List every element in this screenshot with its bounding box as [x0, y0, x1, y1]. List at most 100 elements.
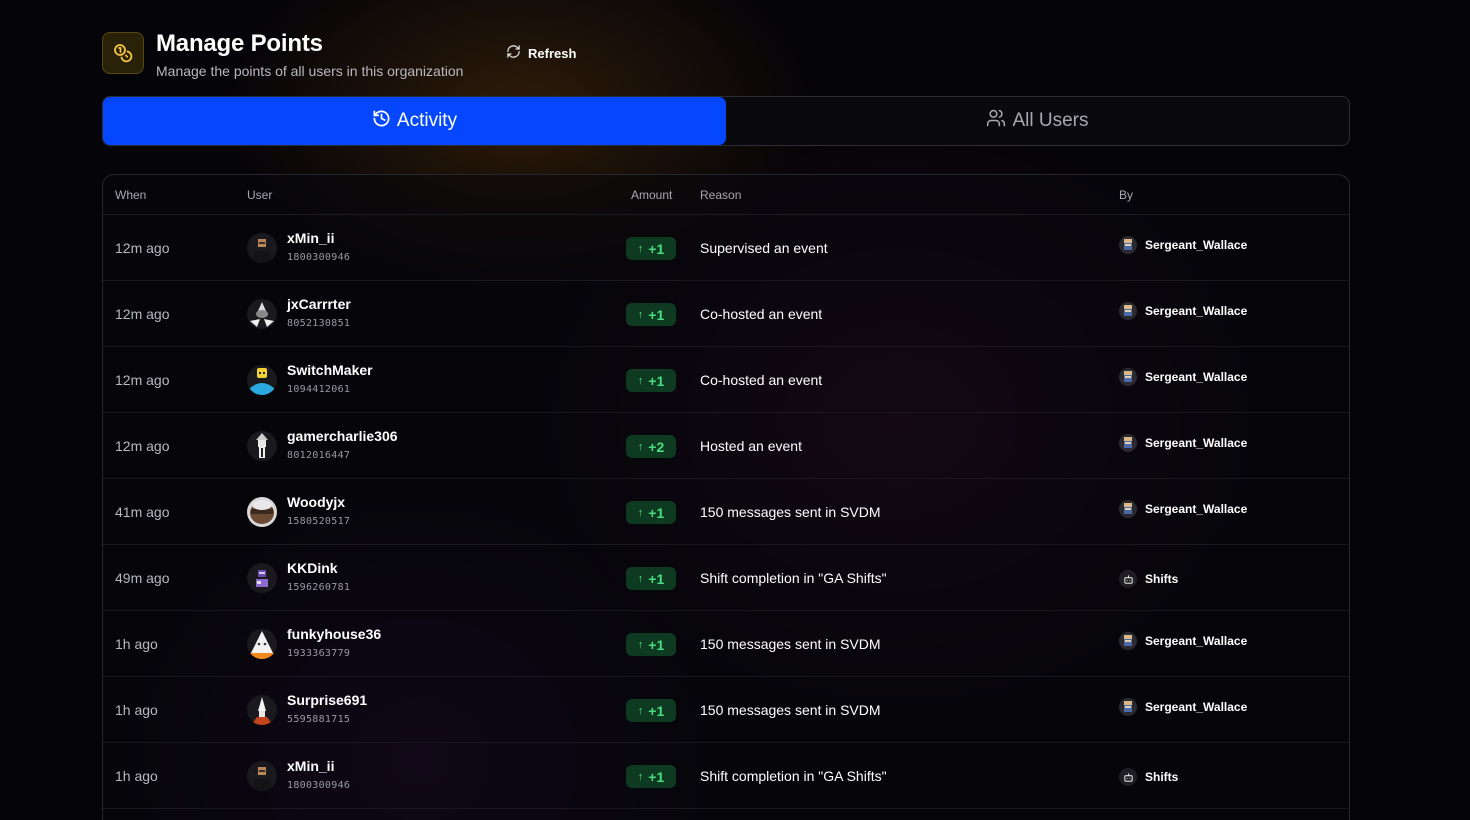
user-avatar: [247, 563, 277, 593]
user-avatar: [247, 431, 277, 461]
amount-badge: ↑ +2: [626, 435, 676, 458]
row-by: Sergeant_Wallace: [1119, 632, 1247, 650]
row-when: 12m ago: [115, 306, 170, 322]
row-by: Sergeant_Wallace: [1119, 500, 1247, 518]
row-reason: Shift completion in "GA Shifts": [700, 768, 887, 784]
arrow-up-icon: ↑: [637, 572, 644, 585]
row-user-id: 1094412061: [287, 384, 351, 395]
row-username[interactable]: xMin_ii: [287, 758, 334, 774]
table-row[interactable]: 12m ago xMin_ii 1800300946 ↑ +1 Supervis…: [103, 215, 1349, 281]
refresh-button[interactable]: Refresh: [506, 44, 576, 62]
amount-value: +1: [648, 636, 665, 653]
row-by-name: Sergeant_Wallace: [1145, 370, 1248, 384]
amount-value: +1: [648, 240, 665, 257]
tab-activity[interactable]: Activity: [103, 97, 726, 145]
row-by-name: Sergeant_Wallace: [1145, 436, 1248, 450]
table-body: 12m ago xMin_ii 1800300946 ↑ +1 Supervis…: [103, 215, 1349, 809]
row-reason: 150 messages sent in SVDM: [700, 702, 881, 718]
row-username[interactable]: gamercharlie306: [287, 428, 398, 444]
users-icon: [986, 108, 1006, 134]
user-avatar: [247, 761, 277, 791]
by-avatar: [1119, 632, 1137, 650]
arrow-up-icon: ↑: [637, 374, 644, 387]
column-reason: Reason: [700, 188, 742, 202]
row-username[interactable]: SwitchMaker: [287, 362, 373, 378]
row-by: Shifts: [1119, 570, 1178, 588]
arrow-up-icon: ↑: [637, 308, 644, 321]
table-row[interactable]: 12m ago gamercharlie306 8012016447 ↑ +2 …: [103, 413, 1349, 479]
row-username[interactable]: Surprise691: [287, 692, 367, 708]
row-user-id: 1596260781: [287, 582, 351, 593]
tab-activity-label: Activity: [396, 110, 458, 131]
row-by-name: Sergeant_Wallace: [1145, 634, 1248, 648]
amount-value: +1: [648, 306, 665, 323]
amount-value: +1: [648, 504, 665, 521]
row-by: Sergeant_Wallace: [1119, 698, 1247, 716]
row-when: 1h ago: [115, 636, 158, 652]
amount-badge: ↑ +1: [626, 369, 676, 392]
amount-value: +1: [648, 570, 665, 587]
row-reason: 150 messages sent in SVDM: [700, 504, 881, 520]
table-row[interactable]: 12m ago SwitchMaker 1094412061 ↑ +1 Co-h…: [103, 347, 1349, 413]
row-when: 1h ago: [115, 702, 158, 718]
by-avatar: [1119, 434, 1137, 452]
table-row[interactable]: 41m ago Woodyjx 1580520517 ↑ +1 150 mess…: [103, 479, 1349, 545]
row-by: Sergeant_Wallace: [1119, 302, 1247, 320]
table-row[interactable]: 1h ago Surprise691 5595881715 ↑ +1 150 m…: [103, 677, 1349, 743]
table-row[interactable]: 49m ago KKDink 1596260781 ↑ +1 Shift com…: [103, 545, 1349, 611]
table-row[interactable]: 1h ago funkyhouse36 1933363779 ↑ +1 150 …: [103, 611, 1349, 677]
tab-all-users[interactable]: All Users: [726, 97, 1349, 145]
row-username[interactable]: KKDink: [287, 560, 338, 576]
row-reason: Supervised an event: [700, 240, 828, 256]
row-user-id: 5595881715: [287, 714, 351, 725]
table-row[interactable]: 1h ago xMin_ii 1800300946 ↑ +1 Shift com…: [103, 743, 1349, 809]
refresh-label: Refresh: [528, 45, 577, 61]
row-by: Sergeant_Wallace: [1119, 236, 1247, 254]
by-avatar: [1119, 368, 1137, 386]
row-by-name: Sergeant_Wallace: [1145, 700, 1248, 714]
row-username[interactable]: funkyhouse36: [287, 626, 381, 642]
amount-badge: ↑ +1: [626, 765, 676, 788]
table-row[interactable]: 12m ago jxCarrrter 8052130851 ↑ +1 Co-ho…: [103, 281, 1349, 347]
row-user-id: 8012016447: [287, 450, 351, 461]
by-avatar: [1119, 236, 1137, 254]
row-username[interactable]: jxCarrrter: [287, 296, 351, 312]
amount-value: +1: [648, 702, 665, 719]
amount-badge: ↑ +1: [626, 567, 676, 590]
by-avatar: [1119, 698, 1137, 716]
row-by: Sergeant_Wallace: [1119, 368, 1247, 386]
arrow-up-icon: ↑: [637, 506, 644, 519]
activity-table: When User Amount Reason By 12m ago xMin_…: [102, 174, 1350, 820]
amount-badge: ↑ +1: [626, 303, 676, 326]
row-by-name: Shifts: [1145, 572, 1179, 586]
amount-value: +1: [648, 372, 665, 389]
row-user-id: 1800300946: [287, 780, 351, 791]
row-username[interactable]: Woodyjx: [287, 494, 345, 510]
column-amount: Amount: [631, 188, 673, 202]
row-by: Shifts: [1119, 768, 1178, 786]
arrow-up-icon: ↑: [637, 770, 644, 783]
bot-icon: [1119, 768, 1137, 786]
row-when: 49m ago: [115, 570, 170, 586]
arrow-up-icon: ↑: [637, 242, 644, 255]
column-user: User: [247, 188, 273, 202]
row-by-name: Sergeant_Wallace: [1145, 304, 1248, 318]
user-avatar: [247, 365, 277, 395]
amount-value: +1: [648, 768, 665, 785]
refresh-icon: [506, 44, 521, 62]
row-when: 12m ago: [115, 372, 170, 388]
arrow-up-icon: ↑: [637, 440, 644, 453]
row-when: 12m ago: [115, 438, 170, 454]
coins-icon: [102, 32, 144, 74]
row-username[interactable]: xMin_ii: [287, 230, 334, 246]
arrow-up-icon: ↑: [637, 704, 644, 717]
row-by: Sergeant_Wallace: [1119, 434, 1247, 452]
bot-icon: [1119, 570, 1137, 588]
row-when: 41m ago: [115, 504, 170, 520]
row-reason: Co-hosted an event: [700, 306, 823, 322]
row-user-id: 1933363779: [287, 648, 351, 659]
by-avatar: [1119, 500, 1137, 518]
by-avatar: [1119, 302, 1137, 320]
column-by: By: [1119, 188, 1134, 202]
tab-bar: Activity All Users: [102, 96, 1350, 146]
